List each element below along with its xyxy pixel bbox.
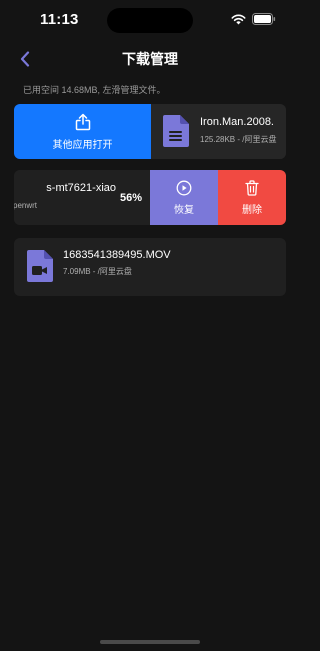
resume-label: 恢复 [174, 204, 194, 216]
video-file-icon [27, 250, 53, 282]
file-meta: 7.09MB - /阿里云盘 [63, 267, 132, 276]
file-meta: 125.28KB - /阿里云盘 [200, 135, 277, 144]
file-card[interactable]: Iron.Man.2008. 125.28KB - /阿里云盘 [151, 104, 286, 159]
trash-icon [245, 179, 259, 196]
status-bar: 11:13 [0, 0, 300, 44]
home-indicator [100, 640, 200, 644]
resume-button[interactable]: 恢复 [150, 170, 218, 225]
file-name: 1683541389495.MOV [63, 249, 171, 261]
wifi-icon [231, 14, 246, 24]
open-with-button[interactable]: 其他应用打开 [14, 104, 151, 159]
status-time: 11:13 [40, 11, 79, 28]
file-meta: penwrt [14, 201, 38, 210]
storage-info: 已用空间 14.68MB, 左滑管理文件。 [23, 85, 166, 95]
dynamic-island [107, 8, 193, 33]
download-progress: 56% [119, 192, 142, 204]
file-name: s-mt7621-xiao [46, 182, 116, 194]
file-row[interactable]: 其他应用打开 Iron.Man.2008. 125.28KB - /阿里云盘 [14, 104, 286, 159]
open-with-label: 其他应用打开 [52, 139, 113, 151]
page-title: 下载管理 [122, 51, 178, 67]
file-row[interactable]: s-mt7621-xiao penwrt 56% 恢复 删除 [14, 170, 286, 225]
status-icons [231, 13, 276, 25]
file-name: Iron.Man.2008. [200, 116, 274, 128]
file-card[interactable]: s-mt7621-xiao penwrt 56% [14, 170, 150, 225]
delete-button[interactable]: 删除 [218, 170, 286, 225]
document-icon [163, 115, 189, 147]
battery-icon [252, 13, 276, 25]
file-row[interactable]: 1683541389495.MOV 7.09MB - /阿里云盘 [14, 238, 286, 296]
delete-label: 删除 [242, 204, 262, 216]
share-icon [75, 113, 90, 130]
play-circle-icon [176, 180, 192, 195]
nav-bar: 下载管理 [0, 44, 300, 74]
